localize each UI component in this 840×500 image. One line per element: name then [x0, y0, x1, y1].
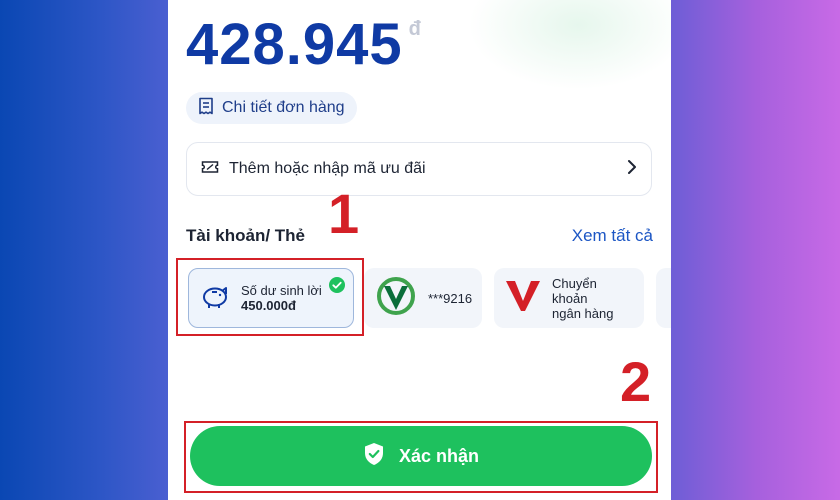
account-card-vietcombank[interactable]: ***9216: [364, 268, 482, 328]
order-detail-chip[interactable]: Chi tiết đơn hàng: [186, 92, 357, 124]
account-card-bank-transfer[interactable]: Chuyển khoản ngân hàng: [494, 268, 644, 328]
payment-amount: 428.945 đ: [186, 10, 421, 80]
vietcombank-account-number: ***9216: [428, 290, 473, 306]
annotation-box-step2: [184, 421, 658, 493]
amount-value: 428.945: [186, 12, 403, 77]
see-all-link[interactable]: Xem tất cả: [572, 226, 653, 246]
annotation-number-1: 1: [328, 182, 360, 245]
currency-symbol: đ: [408, 18, 421, 40]
promo-label: Thêm hoặc nhập mã ưu đãi: [229, 160, 426, 177]
vietcombank-logo: [374, 276, 418, 321]
annotation-box-step1: [176, 258, 364, 336]
account-card-partial[interactable]: [656, 268, 671, 328]
order-detail-label: Chi tiết đơn hàng: [222, 99, 345, 116]
annotation-number-2: 2: [620, 350, 652, 413]
bank-transfer-v-logo: [504, 278, 542, 319]
chevron-right-icon: [627, 159, 637, 180]
accounts-section-title: Tài khoản/ Thẻ: [186, 226, 306, 245]
bank-transfer-line2: ngân hàng: [552, 305, 614, 321]
bank-transfer-line1: Chuyển khoản: [552, 275, 597, 306]
promo-code-row[interactable]: Thêm hoặc nhập mã ưu đãi: [186, 142, 652, 196]
receipt-icon: [198, 97, 214, 120]
voucher-icon: [201, 159, 219, 180]
